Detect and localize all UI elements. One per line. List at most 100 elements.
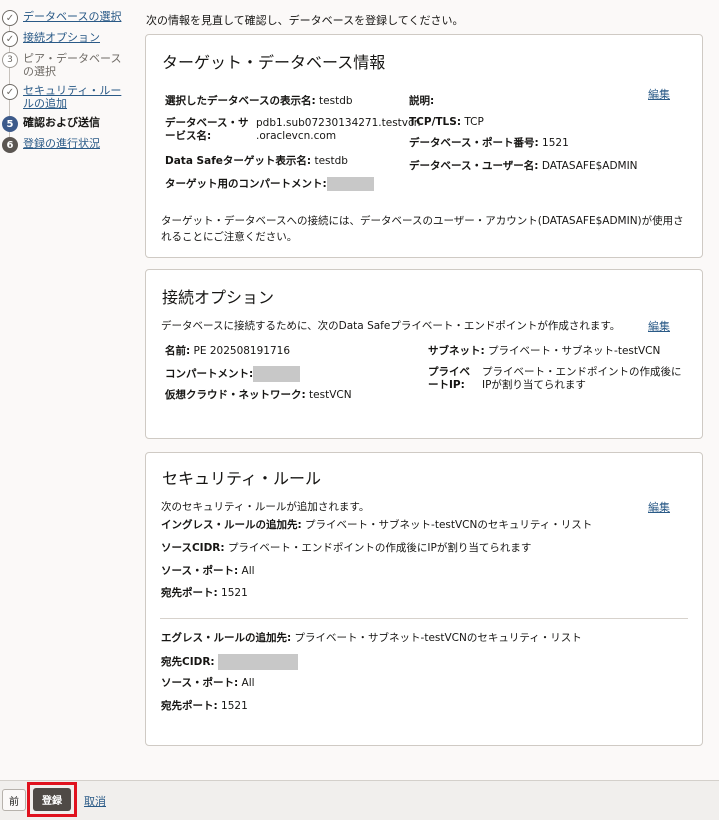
db-port-field: データベース・ポート番号: 1521 [409, 137, 669, 150]
train-step-label[interactable]: セキュリティ・ルールの追加 [23, 84, 131, 110]
field-label: ターゲット用のコンパートメント: [165, 178, 327, 190]
field-value: testdb [314, 155, 348, 167]
train-step-label: 確認および送信 [23, 116, 100, 129]
panel-title: ターゲット・データベース情報 [162, 53, 386, 72]
train-step-security-rules[interactable]: ✓ セキュリティ・ルールの追加 [2, 84, 131, 110]
security-rules-panel: セキュリティ・ルール 編集 次のセキュリティ・ルールが追加されます。 イングレス… [145, 452, 703, 746]
redacted-value [253, 366, 301, 382]
wizard-footer [0, 780, 719, 820]
submit-button[interactable]: 登録 [33, 788, 71, 811]
field-label: データベース・ポート番号: [409, 137, 539, 149]
field-label: エグレス・ルールの追加先: [161, 632, 292, 644]
sec-description: 次のセキュリティ・ルールが追加されます。 [161, 501, 370, 513]
field-label: ソース・ポート: [161, 565, 239, 577]
rule-divider [160, 618, 688, 619]
note-line: ターゲット・データベースへの接続には、データベースのユーザー・アカウント(DAT… [161, 215, 684, 227]
compartment-field: ターゲット用のコンパートメント: [165, 177, 405, 191]
field-value: 1521 [221, 587, 248, 599]
train-step-review: 5 確認および送信 [2, 116, 131, 132]
ingress-target-field: イングレス・ルールの追加先: プライベート・サブネット-testVCNのセキュリ… [161, 519, 691, 532]
field-value: PE 202508191716 [193, 345, 291, 357]
vcn-field: 仮想クラウド・ネットワーク: testVCN [165, 389, 425, 402]
field-value: IPが割り当てられます [482, 379, 586, 391]
redacted-value [326, 177, 374, 191]
pe-name-field: 名前: PE 202508191716 [165, 345, 395, 358]
wizard-train: ✓ データベースの選択 ✓ 接続オプション 3 ピア・データベースの選択 ✓ セ… [0, 0, 140, 780]
field-value: プライベート・エンドポイントの作成後に [482, 366, 682, 378]
private-ip-value: プライベート・エンドポイントの作成後に IPが割り当てられます [482, 366, 697, 392]
egress-dest-port-field: 宛先ポート: 1521 [161, 700, 461, 713]
train-step-progress[interactable]: 6 登録の進行状況 [2, 137, 131, 153]
target-db-panel: ターゲット・データベース情報 編集 選択したデータベースの表示名: testdb… [145, 34, 703, 258]
field-value: プライベート・サブネット-testVCNのセキュリティ・リスト [294, 632, 582, 644]
conn-description: データベースに接続するために、次のData Safeプライベート・エンドポイント… [161, 320, 621, 332]
dest-port-field: 宛先ポート: 1521 [161, 587, 461, 600]
field-label: 宛先ポート: [161, 700, 218, 712]
panel-title: セキュリティ・ルール [162, 469, 322, 488]
field-label: ートIP: [428, 379, 465, 391]
source-port-field: ソース・ポート: All [161, 565, 461, 578]
field-label: データベース・サ [165, 117, 249, 129]
train-step-label[interactable]: 登録の進行状況 [23, 137, 131, 150]
field-label: TCP/TLS: [409, 116, 462, 128]
connection-options-panel: 接続オプション 編集 データベースに接続するために、次のData Safeプライ… [145, 269, 703, 439]
checkmark-icon: ✓ [2, 10, 18, 26]
field-value: .oraclevcn.com [256, 130, 337, 142]
field-label: 宛先CIDR: [161, 656, 215, 668]
panel-title: 接続オプション [162, 288, 275, 307]
cancel-link[interactable]: 取消 [84, 793, 106, 809]
step-number: 6 [2, 137, 18, 153]
field-value: 1521 [542, 137, 569, 149]
train-step-connection[interactable]: ✓ 接続オプション [2, 31, 131, 47]
train-step-select-db[interactable]: ✓ データベースの選択 [2, 10, 131, 26]
field-label: 名前: [165, 345, 191, 357]
field-value: All [241, 565, 255, 577]
note-line: れることにご注意ください。 [161, 231, 298, 243]
egress-target-field: エグレス・ルールの追加先: プライベート・サブネット-testVCNのセキュリテ… [161, 632, 691, 645]
field-value: プライベート・サブネット-testVCNのセキュリティ・リスト [305, 519, 593, 531]
display-name-field: 選択したデータベースの表示名: testdb [165, 95, 395, 108]
train-step-label: ピア・データベースの選択 [23, 52, 122, 78]
service-name-label: データベース・サ ービス名: [165, 117, 255, 143]
field-label: 宛先ポート: [161, 587, 218, 599]
field-label: ービス名: [165, 130, 212, 142]
field-value: pdb1.sub07230134271.testvcn [256, 117, 421, 129]
intro-text: 次の情報を見直して確認し、データベースを登録してください。 [146, 14, 464, 27]
egress-source-port-field: ソース・ポート: All [161, 677, 461, 690]
edit-link[interactable]: 編集 [648, 318, 670, 334]
service-name-value: pdb1.sub07230134271.testvcn .oraclevcn.c… [256, 117, 420, 143]
edit-link[interactable]: 編集 [648, 86, 670, 102]
field-label: イングレス・ルールの追加先: [161, 519, 302, 531]
train-step-label[interactable]: 接続オプション [23, 31, 131, 44]
redacted-value [217, 654, 298, 670]
field-label: 選択したデータベースの表示名: [165, 95, 316, 107]
train-step-label[interactable]: データベースの選択 [23, 10, 131, 23]
db-user-field: データベース・ユーザー名: DATASAFE$ADMIN [409, 160, 679, 173]
subnet-field: サブネット: プライベート・サブネット-testVCN [428, 345, 698, 358]
field-value: プライベート・サブネット-testVCN [488, 345, 661, 357]
field-label: ソース・ポート: [161, 677, 239, 689]
previous-button[interactable]: 前 [2, 789, 26, 811]
field-label: ソースCIDR: [161, 542, 225, 554]
field-value: プライベート・エンドポイントの作成後にIPが割り当てられます [227, 542, 532, 554]
field-value: 1521 [221, 700, 248, 712]
connection-note: ターゲット・データベースへの接続には、データベースのユーザー・アカウント(DAT… [161, 213, 696, 245]
edit-link[interactable]: 編集 [648, 499, 670, 515]
source-cidr-field: ソースCIDR: プライベート・エンドポイントの作成後にIPが割り当てられます [161, 542, 691, 555]
field-label: プライベ [428, 366, 470, 378]
field-value: DATASAFE$ADMIN [541, 160, 638, 172]
field-label: サブネット: [428, 345, 485, 357]
checkmark-icon: ✓ [2, 31, 18, 47]
field-value: All [241, 677, 255, 689]
field-value: testVCN [309, 389, 352, 401]
field-label: Data Safeターゲット表示名: [165, 155, 312, 167]
train-step-peer-db: 3 ピア・データベースの選択 [2, 52, 131, 78]
field-value: TCP [464, 116, 484, 128]
field-label: コンパートメント: [165, 368, 254, 380]
checkmark-icon: ✓ [2, 84, 18, 100]
tcp-tls-field: TCP/TLS: TCP [409, 116, 609, 129]
field-label: 仮想クラウド・ネットワーク: [165, 389, 306, 401]
field-label: 説明: [409, 95, 435, 107]
field-label: データベース・ユーザー名: [409, 160, 539, 172]
ds-target-name-field: Data Safeターゲット表示名: testdb [165, 155, 395, 168]
